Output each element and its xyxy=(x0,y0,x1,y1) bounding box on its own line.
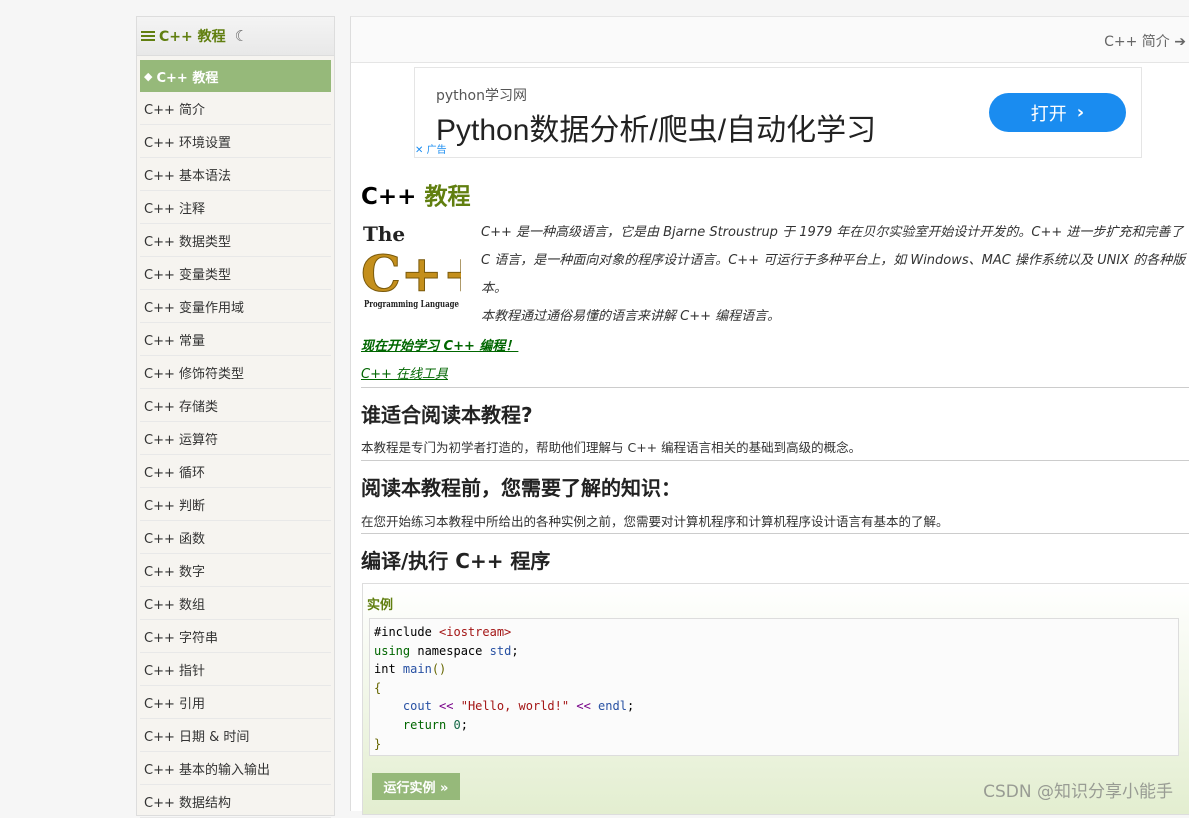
logo-the: The xyxy=(363,222,405,246)
sidebar-item-active[interactable]: ◆ C++ 教程 xyxy=(140,60,331,92)
list-icon xyxy=(141,29,155,43)
code-token: std xyxy=(489,643,512,658)
example-label: 实例 xyxy=(367,598,394,613)
ad-title[interactable]: Python数据分析/爬虫/自动化学习 xyxy=(436,105,876,149)
sidebar-item[interactable]: C++ 循环 xyxy=(140,455,331,488)
divider xyxy=(361,533,1189,534)
code-token: endl xyxy=(598,699,627,714)
code-token: cout xyxy=(402,699,432,714)
sidebar: C++ 教程 ☾ ◆ C++ 教程 C++ 简介 C++ 环境设置 C++ 基本… xyxy=(136,16,335,818)
sidebar-item[interactable]: C++ 指针 xyxy=(140,653,331,686)
page-title: C++ 教程 xyxy=(361,177,470,211)
sidebar-item[interactable]: C++ 判断 xyxy=(140,488,331,521)
section-title: 编译/执行 C++ 程序 xyxy=(361,549,551,573)
sidebar-item[interactable]: C++ 引用 xyxy=(140,686,331,719)
start-learning-link[interactable]: 现在开始学习 C++ 编程！ xyxy=(361,335,518,354)
chevron-right-icon: › xyxy=(1076,102,1085,123)
sidebar-item[interactable]: C++ 数字 xyxy=(140,554,331,587)
online-tool-link[interactable]: C++ 在线工具 xyxy=(361,363,448,382)
code-token: int xyxy=(374,662,396,677)
watermark: CSDN @知识分享小能手 xyxy=(983,782,1173,802)
sidebar-item[interactable]: C++ 数据类型 xyxy=(140,224,331,257)
ad-source: python学习网 xyxy=(436,88,527,104)
code-token: namespace xyxy=(417,643,483,658)
section-title: 谁适合阅读本教程? xyxy=(361,403,533,427)
top-nav: C++ 简介 ➔ xyxy=(351,17,1189,63)
moon-icon[interactable]: ☾ xyxy=(235,27,248,45)
page-title-accent: 教程 xyxy=(424,184,471,210)
section-title: 阅读本教程前，您需要了解的知识： xyxy=(361,476,681,500)
ad-open-label: 打开 xyxy=(1030,103,1067,125)
next-page-label: C++ 简介 xyxy=(1104,34,1170,50)
code-token: using xyxy=(374,643,411,658)
sidebar-item[interactable]: C++ 变量作用域 xyxy=(140,290,331,323)
code-block[interactable]: #include <iostream> using namespace std;… xyxy=(369,618,1179,756)
ad-mark[interactable]: ✕ 广告 xyxy=(415,141,447,156)
next-page-link[interactable]: C++ 简介 ➔ xyxy=(1104,31,1186,51)
code-token: 0 xyxy=(453,717,461,732)
sidebar-item[interactable]: C++ 运算符 xyxy=(140,422,331,455)
sidebar-item[interactable]: C++ 数据结构 xyxy=(140,785,331,818)
sidebar-item[interactable]: C++ 变量类型 xyxy=(140,257,331,290)
section-text: 本教程是专门为初学者打造的，帮助他们理解与 C++ 编程语言相关的基础到高级的概… xyxy=(361,440,862,455)
code-token: main xyxy=(402,662,432,677)
close-icon[interactable]: ✕ xyxy=(415,145,423,156)
sidebar-item[interactable]: C++ 基本的输入输出 xyxy=(140,752,331,785)
tag-icon: ◆ xyxy=(144,69,153,83)
sidebar-list: C++ 简介 C++ 环境设置 C++ 基本语法 C++ 注释 C++ 数据类型… xyxy=(140,92,331,818)
code-token: #include xyxy=(374,625,432,639)
sidebar-header: C++ 教程 ☾ xyxy=(137,17,334,56)
sidebar-item[interactable]: C++ 常量 xyxy=(140,323,331,356)
section-text: 在您开始练习本教程中所给出的各种实例之前，您需要对计算机程序和计算机程序设计语言… xyxy=(361,514,949,529)
sidebar-item[interactable]: C++ 存储类 xyxy=(140,389,331,422)
sidebar-item-label: C++ 教程 xyxy=(156,70,219,86)
intro-paragraph: C++ 是一种高级语言，它是由 Bjarne Stroustrup 于 1979… xyxy=(481,225,1186,296)
sidebar-item[interactable]: C++ 字符串 xyxy=(140,620,331,653)
cpp-logo: The C++ Programming Language xyxy=(361,222,461,310)
intro-text: C++ 是一种高级语言，它是由 Bjarne Stroustrup 于 1979… xyxy=(481,219,1189,331)
page-title-prefix: C++ xyxy=(361,184,417,210)
ad-open-button[interactable]: 打开 › xyxy=(989,93,1126,132)
ad-mark-label: 广告 xyxy=(426,145,447,156)
code-token: "Hello, world!" xyxy=(460,699,570,714)
sidebar-item[interactable]: C++ 注释 xyxy=(140,191,331,224)
sidebar-item[interactable]: C++ 环境设置 xyxy=(140,125,331,158)
intro-paragraph: 本教程通过通俗易懂的语言来讲解 C++ 编程语言。 xyxy=(481,309,781,324)
main-content: C++ 简介 ➔ python学习网 Python数据分析/爬虫/自动化学习 打… xyxy=(350,16,1189,815)
sidebar-item[interactable]: C++ 日期 & 时间 xyxy=(140,719,331,752)
run-example-button[interactable]: 运行实例 » xyxy=(372,773,460,800)
sidebar-title: C++ 教程 xyxy=(159,29,226,45)
logo-cpp: C++ xyxy=(361,244,461,303)
sidebar-item[interactable]: C++ 函数 xyxy=(140,521,331,554)
ad-banner[interactable]: python学习网 Python数据分析/爬虫/自动化学习 打开 › ✕ 广告 xyxy=(414,67,1142,158)
arrow-right-icon: ➔ xyxy=(1174,34,1186,50)
code-token: return xyxy=(402,717,447,732)
logo-sub: Programming Language xyxy=(364,299,459,310)
sidebar-item[interactable]: C++ 简介 xyxy=(140,92,331,125)
sidebar-item[interactable]: C++ 修饰符类型 xyxy=(140,356,331,389)
sidebar-item[interactable]: C++ 数组 xyxy=(140,587,331,620)
sidebar-item[interactable]: C++ 基本语法 xyxy=(140,158,331,191)
divider xyxy=(361,387,1189,388)
divider xyxy=(361,460,1189,461)
code-token: <iostream> xyxy=(439,625,512,639)
